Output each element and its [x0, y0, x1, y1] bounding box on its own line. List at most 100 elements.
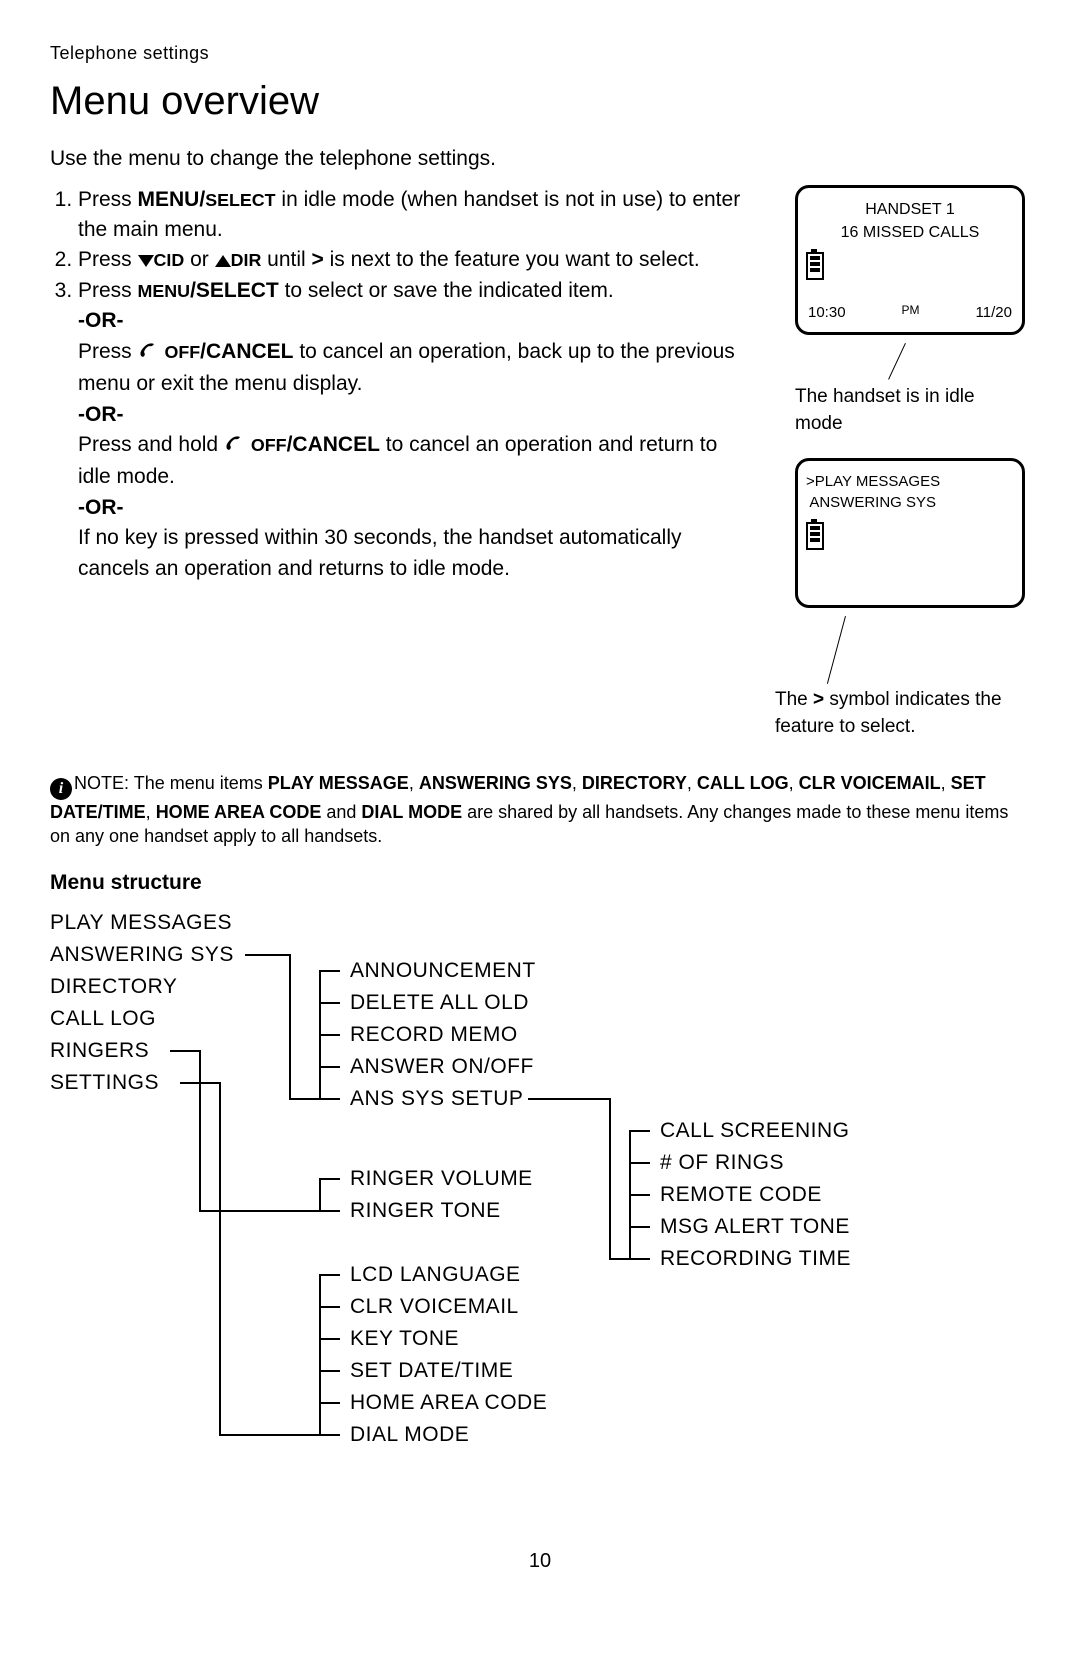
note-block: iNOTE: The menu items PLAY MESSAGE, ANSW…: [50, 771, 1030, 849]
text: CALL LOG: [697, 773, 789, 793]
text: /SELECT: [190, 279, 279, 302]
step-3-alt2: Press and hold OFF/CANCEL to cancel an o…: [78, 430, 755, 493]
intro-text: Use the menu to change the telephone set…: [50, 144, 1030, 174]
phone-icon: [224, 432, 246, 462]
menu-item: SETTINGS: [50, 1067, 234, 1099]
menu-item: CALL LOG: [50, 1003, 234, 1035]
text: ,: [789, 773, 799, 793]
menu-col2c: LCD LANGUAGE CLR VOICEMAIL KEY TONE SET …: [350, 1259, 547, 1451]
text: ,: [687, 773, 697, 793]
menu-item: ANS SYS SETUP: [350, 1083, 536, 1115]
text: SELECT: [205, 190, 275, 210]
menu-item: # OF RINGS: [660, 1147, 851, 1179]
lcd-idle-screen: HANDSET 1 16 MISSED CALLS 10:30 PM 11/20: [795, 185, 1025, 335]
menu-item: ANSWER ON/OFF: [350, 1051, 536, 1083]
menu-item: RINGER VOLUME: [350, 1163, 533, 1195]
menu-item: RINGERS: [50, 1035, 234, 1067]
up-triangle-icon: [215, 255, 231, 267]
text: ANSWERING SYS: [419, 773, 572, 793]
text: CLR VOICEMAIL: [799, 773, 941, 793]
text: CID: [154, 250, 185, 270]
text: The menu items: [134, 773, 268, 793]
text: is next to the feature you want to selec…: [324, 248, 700, 271]
battery-icon: [806, 252, 824, 280]
menu-item: MSG ALERT TONE: [660, 1211, 851, 1243]
text: Press: [78, 248, 138, 271]
info-icon: i: [50, 778, 72, 800]
or-label: -OR-: [78, 400, 755, 430]
text: The: [775, 689, 813, 710]
menu-item: REMOTE CODE: [660, 1179, 851, 1211]
lcd-line: 16 MISSED CALLS: [806, 221, 1014, 244]
text: DIRECTORY: [582, 773, 687, 793]
menu-item: CALL SCREENING: [660, 1115, 851, 1147]
menu-tree: PLAY MESSAGES ANSWERING SYS DIRECTORY CA…: [50, 907, 1030, 1507]
text: NOTE:: [74, 773, 129, 793]
or-label: -OR-: [78, 306, 755, 336]
text: until: [261, 248, 311, 271]
instructions-column: Press MENU/SELECT in idle mode (when han…: [50, 185, 775, 585]
lcd-menu-screen: >PLAY MESSAGES ANSWERING SYS: [795, 458, 1025, 608]
text: Press and hold: [78, 433, 224, 456]
lcd-time: 10:30: [808, 302, 846, 324]
step-2: Press CID or DIR until > is next to the …: [78, 245, 755, 275]
menu-item: DELETE ALL OLD: [350, 987, 536, 1019]
or-label: -OR-: [78, 493, 755, 523]
down-triangle-icon: [138, 255, 154, 267]
menu-structure-title: Menu structure: [50, 868, 1030, 898]
menu-item: KEY TONE: [350, 1323, 547, 1355]
text: /CANCEL: [200, 340, 293, 363]
text: or: [184, 248, 214, 271]
menu-col2b: RINGER VOLUME RINGER TONE: [350, 1163, 533, 1227]
menu-item: DIAL MODE: [350, 1419, 547, 1451]
lcd-line: HANDSET 1: [806, 198, 1014, 221]
text: ,: [572, 773, 582, 793]
menu-item: LCD LANGUAGE: [350, 1259, 547, 1291]
menu-col3: CALL SCREENING # OF RINGS REMOTE CODE MS…: [660, 1115, 851, 1275]
text: ,: [941, 773, 951, 793]
text: ,: [146, 802, 156, 822]
text: ,: [409, 773, 419, 793]
text: Press: [78, 188, 138, 211]
menu-col2a: ANNOUNCEMENT DELETE ALL OLD RECORD MEMO …: [350, 955, 536, 1115]
text: OFF: [160, 342, 201, 362]
lcd-ampm: PM: [902, 302, 920, 324]
menu-item: RINGER TONE: [350, 1195, 533, 1227]
step-3: Press MENU/SELECT to select or save the …: [78, 276, 755, 584]
text: PLAY MESSAGE: [268, 773, 409, 793]
menu-item: SET DATE/TIME: [350, 1355, 547, 1387]
text: DIR: [231, 250, 262, 270]
menu-item: RECORDING TIME: [660, 1243, 851, 1275]
text: HOME AREA CODE: [156, 802, 322, 822]
text: MENU/: [138, 188, 206, 211]
menu-col1: PLAY MESSAGES ANSWERING SYS DIRECTORY CA…: [50, 907, 234, 1099]
phone-icon: [138, 339, 160, 369]
text: OFF: [246, 435, 287, 455]
menu-item: ANSWERING SYS: [50, 939, 234, 971]
text: DIAL MODE: [361, 802, 462, 822]
menu-item: CLR VOICEMAIL: [350, 1291, 547, 1323]
lcd-line: ANSWERING SYS: [806, 492, 1014, 514]
lcd-date: 11/20: [976, 302, 1012, 324]
lcd-line: >PLAY MESSAGES: [806, 471, 1014, 493]
text: MENU: [138, 281, 191, 301]
battery-icon: [806, 522, 824, 550]
text: >: [813, 689, 824, 710]
menu-item: PLAY MESSAGES: [50, 907, 234, 939]
text: to select or save the indicated item.: [279, 279, 614, 302]
step-1: Press MENU/SELECT in idle mode (when han…: [78, 185, 755, 246]
text: /CANCEL: [287, 433, 380, 456]
menu-item: RECORD MEMO: [350, 1019, 536, 1051]
page-number: 10: [50, 1547, 1030, 1576]
text: Press: [78, 340, 138, 363]
menu-item: ANNOUNCEMENT: [350, 955, 536, 987]
menu-item: HOME AREA CODE: [350, 1387, 547, 1419]
text: Press: [78, 279, 138, 302]
step-3-alt1: Press OFF/CANCEL to cancel an operation,…: [78, 337, 755, 400]
menu-item: DIRECTORY: [50, 971, 234, 1003]
text: >: [312, 248, 324, 271]
header-label: Telephone settings: [50, 40, 1030, 66]
text: and: [321, 802, 361, 822]
illustrations-column: HANDSET 1 16 MISSED CALLS 10:30 PM 11/20…: [775, 185, 1030, 761]
step-3-alt3: If no key is pressed within 30 seconds, …: [78, 523, 755, 584]
